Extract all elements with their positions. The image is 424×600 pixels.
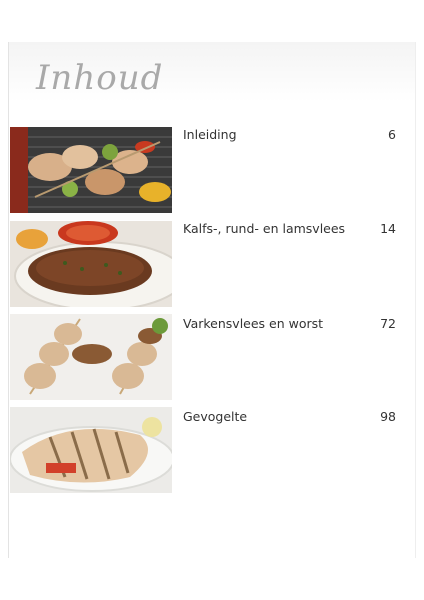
toc-entry-label[interactable]: Varkensvlees en worst xyxy=(183,316,323,331)
pork-skewers-photo xyxy=(10,314,172,400)
toc-entry-page: 72 xyxy=(380,316,396,331)
toc-entry-label[interactable]: Inleiding xyxy=(183,127,237,142)
toc-entry-label[interactable]: Gevogelte xyxy=(183,409,247,424)
toc-entry-page: 6 xyxy=(388,127,396,142)
skewers-grill-photo xyxy=(10,127,172,213)
toc-entry-label[interactable]: Kalfs-, rund- en lamsvlees xyxy=(183,221,345,236)
chicken-photo xyxy=(10,407,172,493)
toc-entry-page: 14 xyxy=(380,221,396,236)
steak-photo xyxy=(10,221,172,307)
page-title: Inhoud xyxy=(36,58,164,98)
toc-entry-page: 98 xyxy=(380,409,396,424)
